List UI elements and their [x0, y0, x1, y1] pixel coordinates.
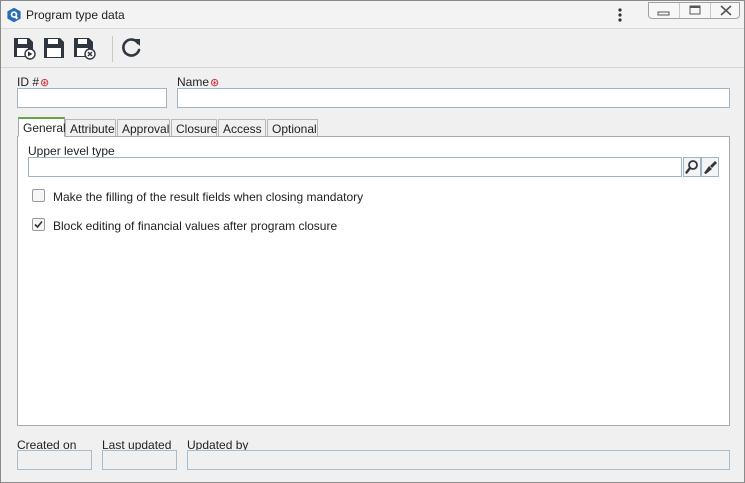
tab-attribute[interactable]: Attribute: [65, 119, 116, 136]
upper-level-type-input[interactable]: [28, 157, 682, 177]
id-label: ID #⊛: [17, 75, 50, 89]
general-tab-panel: Upper level type Make the filling of the…: [17, 136, 730, 426]
window-controls: [648, 2, 740, 19]
close-icon: [720, 5, 732, 16]
mandatory-result-fields-checkbox[interactable]: [32, 189, 45, 202]
tab-access[interactable]: Access: [218, 119, 266, 136]
block-financial-editing-checkbox[interactable]: [32, 218, 45, 231]
id-input[interactable]: [17, 88, 167, 108]
search-button[interactable]: [683, 157, 701, 177]
checkmark-icon: [34, 220, 43, 229]
maximize-button[interactable]: [679, 3, 710, 18]
eraser-icon: [704, 161, 717, 174]
upper-level-type-label: Upper level type: [28, 144, 115, 158]
created-on-field: [17, 450, 92, 470]
save-close-icon[interactable]: [71, 35, 97, 61]
tab-approval[interactable]: Approval: [117, 119, 170, 136]
mandatory-result-fields-label: Make the filling of the result fields wh…: [53, 190, 364, 204]
program-type-window: Program type data ID #⊛ Name⊛ General At…: [0, 0, 745, 483]
last-updated-field: [102, 450, 177, 470]
name-label: Name⊛: [177, 75, 220, 89]
search-icon: [685, 160, 698, 174]
tab-optional[interactable]: Optional: [267, 119, 318, 136]
clear-button[interactable]: [701, 157, 719, 177]
app-icon: [7, 7, 21, 23]
refresh-icon[interactable]: [118, 35, 144, 61]
minimize-icon: [657, 11, 670, 16]
save-new-icon[interactable]: [11, 35, 37, 61]
block-financial-editing-label: Block editing of financial values after …: [53, 219, 338, 233]
close-button[interactable]: [710, 3, 741, 18]
tab-general[interactable]: General: [18, 117, 66, 137]
title-bar[interactable]: Program type data: [1, 1, 744, 29]
tab-closure[interactable]: Closure: [171, 119, 217, 136]
updated-by-field: [187, 450, 730, 470]
window-title: Program type data: [26, 8, 125, 22]
toolbar-separator: [112, 36, 113, 62]
maximize-icon: [689, 5, 701, 15]
toolbar: [1, 30, 744, 68]
name-input[interactable]: [177, 88, 730, 108]
more-options-icon[interactable]: [612, 6, 628, 24]
save-icon[interactable]: [41, 35, 67, 61]
minimize-button[interactable]: [649, 3, 679, 18]
